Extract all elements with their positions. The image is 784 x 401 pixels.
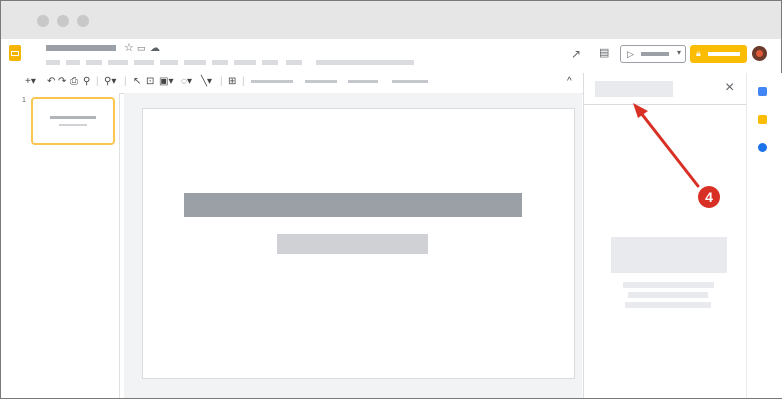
side-panel-header: × [583,73,746,105]
line-icon[interactable]: ╲▾ [201,77,212,87]
print-icon[interactable]: ⎙ [70,77,78,87]
empty-state-image [611,237,727,273]
chevron-down-icon[interactable]: ▾ [677,48,681,57]
share-label [708,52,740,56]
menu-tools[interactable] [212,60,228,65]
slide-thumbnail[interactable] [31,97,115,145]
new-slide-icon[interactable]: +▾ [25,77,36,87]
document-title[interactable] [46,45,116,51]
slide[interactable] [142,108,575,379]
comment-history-icon[interactable]: ▤ [599,48,609,59]
thumb-subtitle [59,124,87,126]
chevron-up-icon[interactable]: ^ [567,77,572,87]
image-icon[interactable]: ▣▾ [159,77,173,87]
close-window-button[interactable] [37,15,49,27]
menu-file[interactable] [46,60,60,65]
menu-addons[interactable] [234,60,256,65]
side-panel [583,73,747,398]
textbox-icon[interactable]: ⊡ [146,77,154,87]
paint-format-icon[interactable]: ⚲ [83,77,90,87]
zoom-icon[interactable]: ⚲▾ [104,77,116,87]
trending-icon[interactable]: ↗ [571,48,581,60]
empty-state-line-1 [623,282,714,288]
layout-button[interactable] [305,80,337,83]
menu-insert[interactable] [108,60,128,65]
keep-icon[interactable] [758,115,767,124]
menu-help[interactable] [262,60,278,65]
tasks-icon[interactable] [758,143,767,152]
toolbar-divider: | [242,76,245,87]
background-button[interactable] [251,80,293,83]
toolbar-divider: | [124,76,127,87]
menu-format[interactable] [134,60,154,65]
close-icon[interactable]: × [725,80,734,96]
empty-state-line-2 [628,292,708,298]
lock-icon: 🔒︎ [696,48,701,58]
menu-accessibility[interactable] [286,60,302,65]
avatar[interactable] [752,46,767,61]
slide-subtitle-placeholder[interactable] [277,234,428,254]
minimize-window-button[interactable] [57,15,69,27]
menu-edit[interactable] [66,60,80,65]
horizontal-ruler [132,93,582,101]
empty-state-line-3 [625,302,711,308]
cloud-icon: ☁ [150,43,160,54]
present-button[interactable]: ▷ ▾ [620,45,686,63]
slide-title-placeholder[interactable] [184,193,522,217]
last-edit-link[interactable] [316,60,414,65]
vertical-ruler [124,93,132,398]
folder-icon[interactable]: ▭ [137,43,146,54]
slides-logo-icon[interactable] [9,45,21,61]
redo-icon[interactable]: ↷ [58,77,66,87]
share-button[interactable]: 🔒︎ [690,45,747,63]
calendar-icon[interactable] [758,87,767,96]
toolbar-divider: | [96,76,99,87]
shape-icon[interactable]: ◌▾ [181,77,192,87]
undo-icon[interactable]: ↶ [47,77,55,87]
maximize-window-button[interactable] [77,15,89,27]
comment-icon[interactable]: ⊞ [228,77,236,87]
window-titlebar [1,1,781,39]
theme-button[interactable] [348,80,378,83]
toolbar-divider: | [220,76,223,87]
menu-slide[interactable] [160,60,178,65]
side-panel-title [595,81,673,97]
star-icon[interactable]: ☆ [124,43,134,54]
menu-arrange[interactable] [184,60,206,65]
transition-button[interactable] [392,80,428,83]
select-icon[interactable]: ↖ [133,77,141,87]
present-label [641,52,669,56]
menu-view[interactable] [86,60,102,65]
thumb-title [50,116,96,119]
step-badge: 4 [698,186,720,208]
slide-number: 1 [22,97,26,104]
present-icon: ▷ [627,49,634,59]
